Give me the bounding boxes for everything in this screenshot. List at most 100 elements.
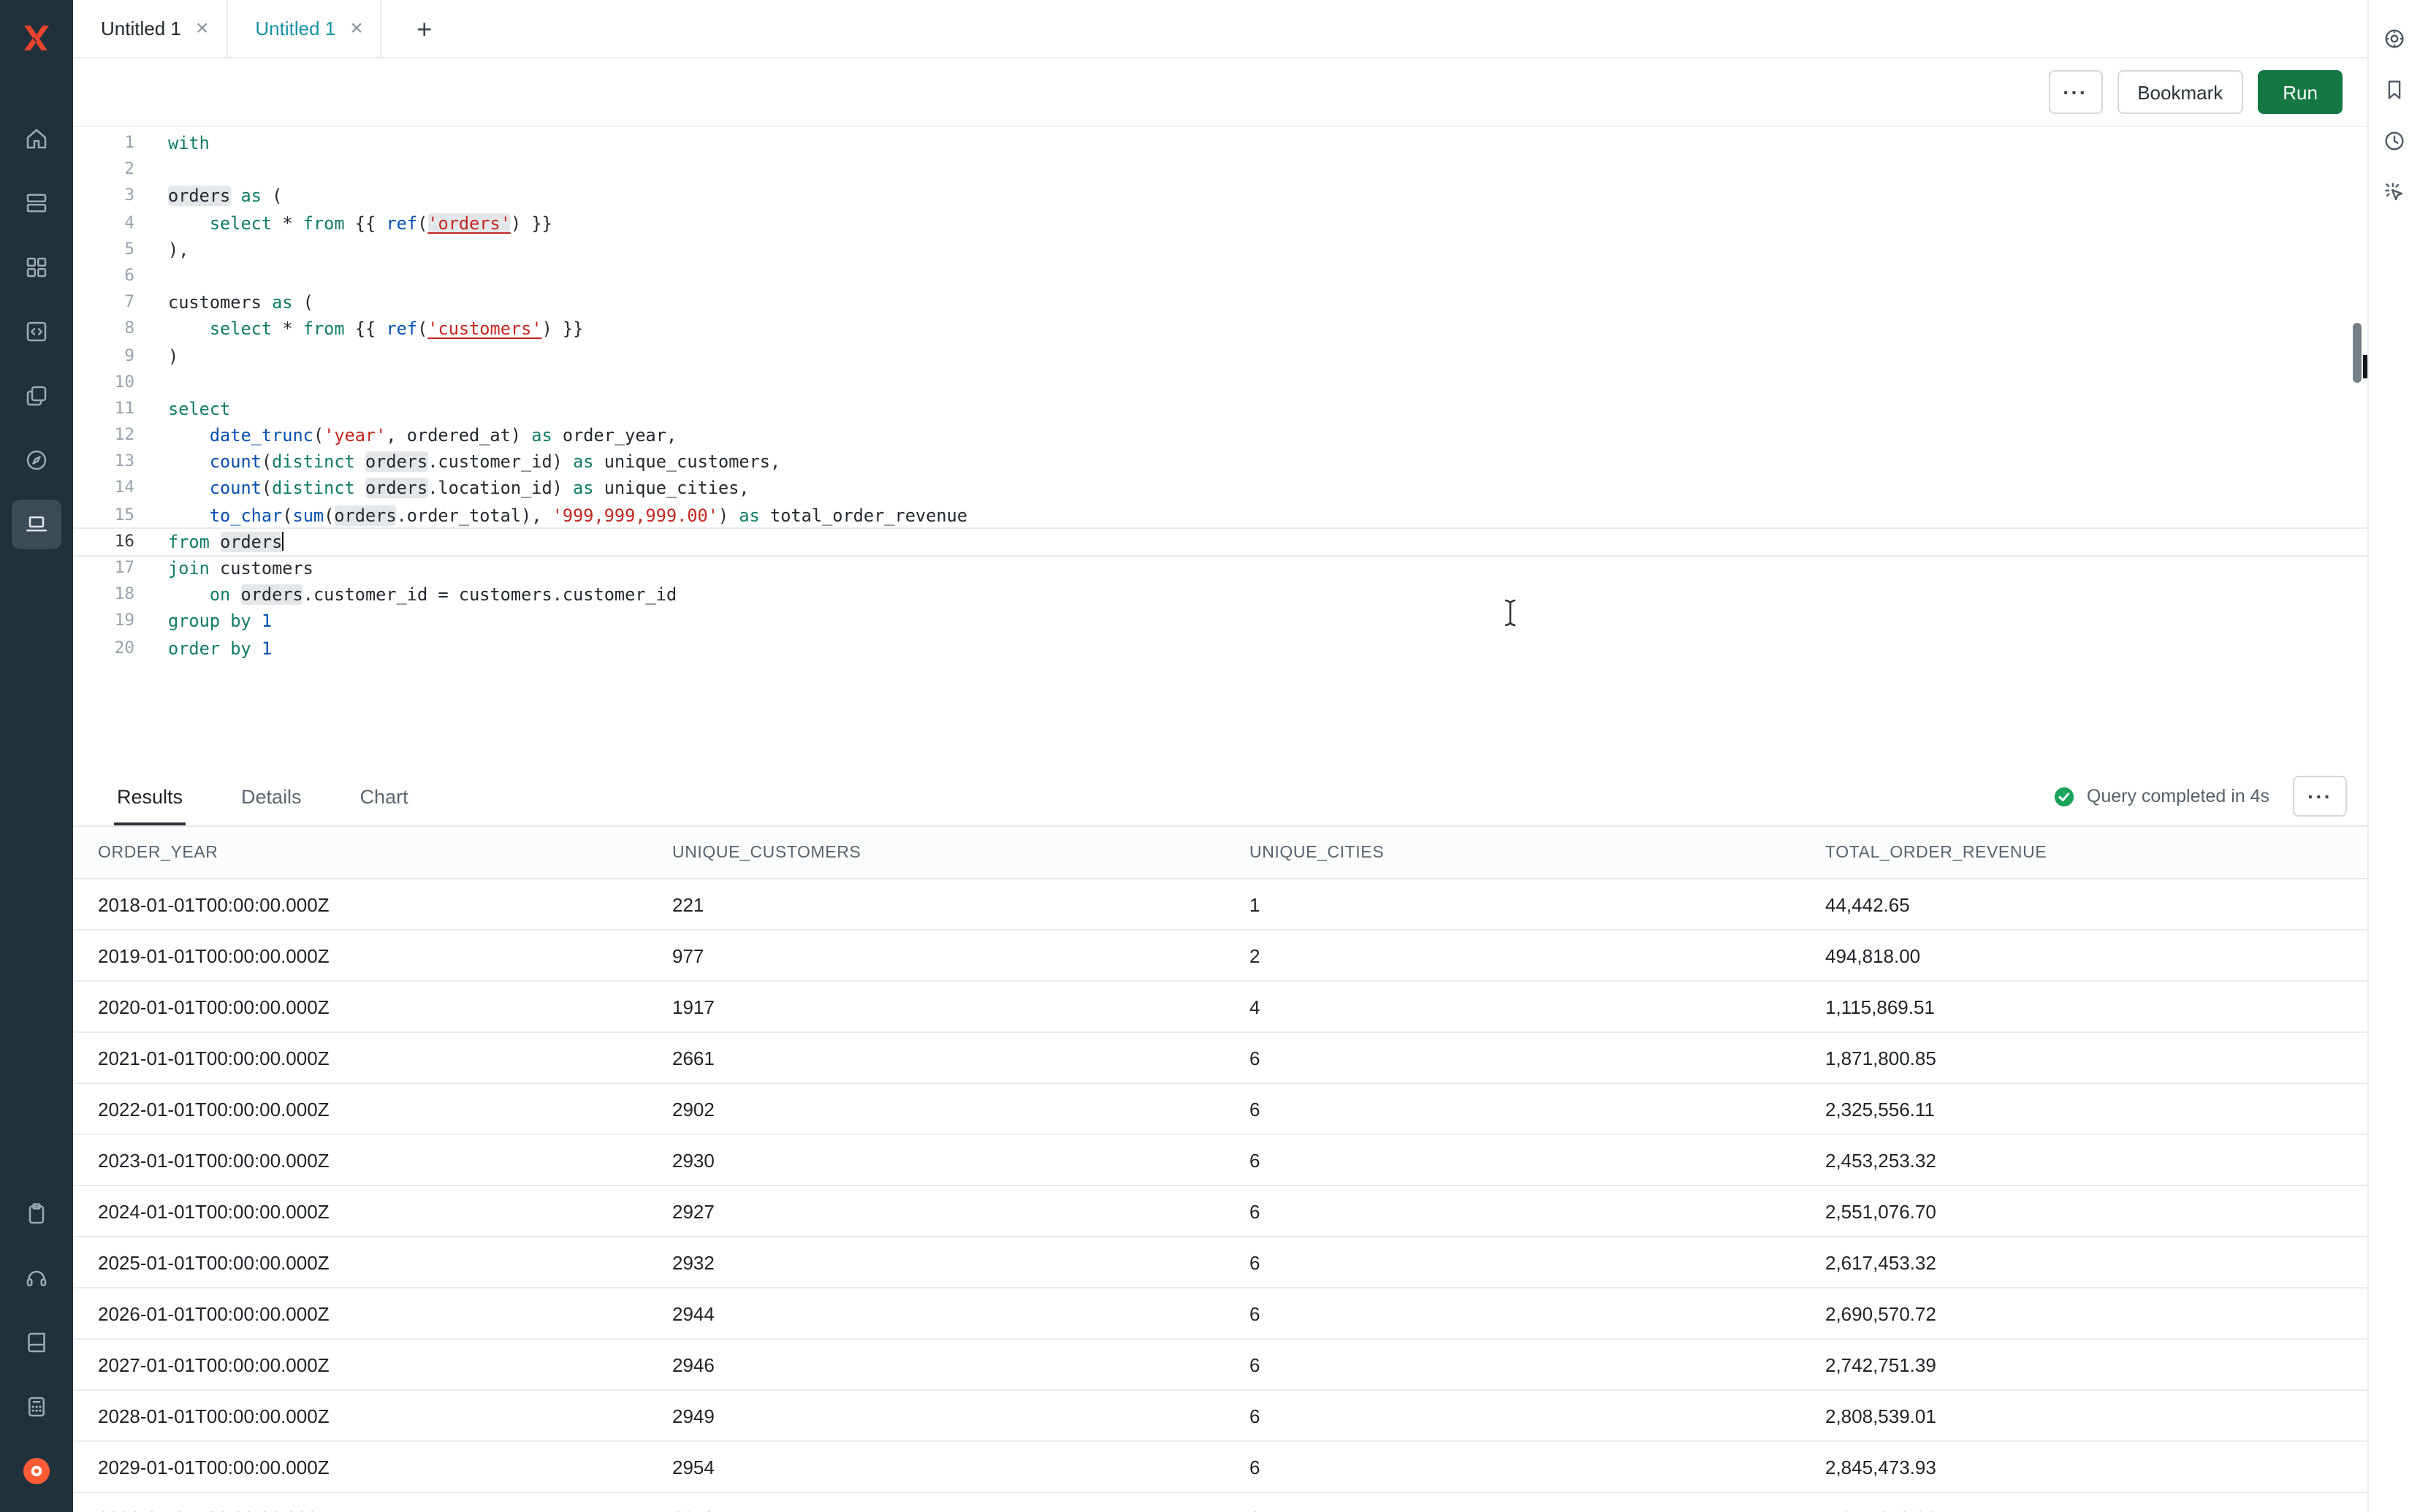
column-header-unique_cities[interactable]: UNIQUE_CITIES: [1249, 844, 1825, 861]
code-token: unique_cities,: [594, 478, 750, 499]
code-line[interactable]: 18 on orders.customer_id = customers.cus…: [73, 581, 2367, 608]
code-token: .customer_id): [427, 452, 573, 473]
code-token: select: [210, 319, 272, 340]
right-sidebar-item-bookmarks[interactable]: [2377, 72, 2412, 107]
code-line[interactable]: 11select: [73, 396, 2367, 422]
cell-unique_customers: 2949: [672, 1405, 1249, 1427]
code-line[interactable]: 4 select * from {{ ref('orders') }}: [73, 210, 2367, 236]
query-status: Query completed in 4s ···: [2053, 767, 2347, 825]
right-sidebar-item-copilot[interactable]: [2377, 20, 2412, 56]
code-token: (: [324, 505, 334, 525]
table-row[interactable]: 2025-01-01T00:00:00.000Z293262,617,453.3…: [73, 1237, 2367, 1288]
editor-tab-2[interactable]: Untitled 1×: [227, 0, 381, 57]
line-number: 11: [73, 396, 134, 422]
sidebar-item-docs[interactable]: [12, 1318, 61, 1367]
code-line[interactable]: 13 count(distinct orders.customer_id) as…: [73, 449, 2367, 476]
code-line[interactable]: 20order by 1: [73, 635, 2367, 661]
code-token: [210, 532, 220, 552]
editor-tab-1[interactable]: Untitled 1×: [73, 0, 227, 57]
code-token: as: [531, 425, 552, 446]
cell-unique_customers: 2927: [672, 1200, 1249, 1222]
code-line[interactable]: 16from orders: [73, 529, 2367, 555]
sidebar-item-apps[interactable]: [12, 243, 61, 292]
code-token: [355, 478, 365, 499]
sidebar-item-home[interactable]: [12, 114, 61, 164]
close-icon[interactable]: ×: [350, 18, 363, 39]
editor-more-button[interactable]: ···: [2048, 70, 2102, 114]
table-row[interactable]: 2029-01-01T00:00:00.000Z295462,845,473.9…: [73, 1442, 2367, 1493]
code-token: [230, 584, 240, 605]
results-more-button[interactable]: ···: [2293, 776, 2347, 817]
sidebar-item-workbench[interactable]: [12, 500, 61, 549]
code-text: select * from {{ ref('customers') }}: [168, 316, 583, 343]
close-icon[interactable]: ×: [196, 18, 209, 39]
table-row[interactable]: 2021-01-01T00:00:00.000Z266161,871,800.8…: [73, 1033, 2367, 1084]
code-line[interactable]: 10: [73, 369, 2367, 395]
code-line[interactable]: 5),: [73, 237, 2367, 263]
clipboard-icon: [23, 1201, 50, 1227]
table-row[interactable]: 2027-01-01T00:00:00.000Z294662,742,751.3…: [73, 1340, 2367, 1391]
new-tab-button[interactable]: +: [406, 9, 444, 47]
right-sidebar-item-interact[interactable]: [2377, 174, 2412, 209]
code-line[interactable]: 14 count(distinct orders.location_id) as…: [73, 476, 2367, 502]
right-sidebar-item-history[interactable]: [2377, 123, 2412, 158]
sidebar-item-code-editor[interactable]: [12, 307, 61, 356]
sidebar-item-org-avatar[interactable]: [12, 1446, 61, 1496]
table-row[interactable]: 2023-01-01T00:00:00.000Z293062,453,253.3…: [73, 1135, 2367, 1186]
cell-unique_cities: 6: [1249, 1251, 1825, 1273]
code-line[interactable]: 9): [73, 343, 2367, 369]
sidebar-item-windows[interactable]: [12, 371, 61, 421]
cell-total_order_revenue: 2,617,453.32: [1825, 1251, 2367, 1273]
code-line[interactable]: 2: [73, 156, 2367, 183]
table-row[interactable]: 2019-01-01T00:00:00.000Z9772494,818.00: [73, 931, 2367, 982]
results-tabbar: Results Details Chart Query completed in 4…: [73, 767, 2367, 827]
code-token: orders: [365, 452, 427, 473]
code-line[interactable]: 8 select * from {{ ref('customers') }}: [73, 316, 2367, 343]
table-row[interactable]: 2028-01-01T00:00:00.000Z294962,808,539.0…: [73, 1391, 2367, 1442]
code-line[interactable]: 1with: [73, 130, 2367, 156]
scrollbar-thumb[interactable]: [2353, 323, 2362, 383]
column-header-order_year[interactable]: ORDER_YEAR: [98, 844, 672, 861]
results-tab-chart[interactable]: Chart: [357, 767, 411, 825]
code-token: (: [417, 213, 427, 233]
sidebar-item-notes[interactable]: [12, 1189, 61, 1239]
code-line[interactable]: 17join customers: [73, 555, 2367, 581]
code-text: with: [168, 130, 210, 156]
table-row[interactable]: 2026-01-01T00:00:00.000Z294462,690,570.7…: [73, 1288, 2367, 1340]
cell-unique_customers: 2930: [672, 1149, 1249, 1171]
results-table-body: 2018-01-01T00:00:00.000Z221144,442.65201…: [73, 879, 2367, 1512]
table-row[interactable]: 2018-01-01T00:00:00.000Z221144,442.65: [73, 879, 2367, 931]
code-line[interactable]: 6: [73, 263, 2367, 289]
table-row[interactable]: 2022-01-01T00:00:00.000Z290262,325,556.1…: [73, 1084, 2367, 1135]
bookmark-button[interactable]: Bookmark: [2117, 70, 2243, 114]
cell-unique_cities: 6: [1249, 1047, 1825, 1069]
table-row[interactable]: 2020-01-01T00:00:00.000Z191741,115,869.5…: [73, 982, 2367, 1033]
cell-unique_cities: 6: [1249, 1405, 1825, 1427]
cell-unique_cities: 6: [1249, 1200, 1825, 1222]
code-token: (: [313, 425, 324, 446]
code-line[interactable]: 19group by 1: [73, 608, 2367, 635]
code-line[interactable]: 7customers as (: [73, 289, 2367, 316]
sidebar-item-support[interactable]: [12, 1253, 61, 1303]
sidebar-item-explore[interactable]: [12, 435, 61, 485]
results-tab-results[interactable]: Results: [114, 767, 186, 825]
code-text: customers as (: [168, 289, 313, 316]
sidebar-item-calculator[interactable]: [12, 1382, 61, 1432]
code-line[interactable]: 3orders as (: [73, 183, 2367, 210]
table-row[interactable]: 2030-01-01T00:00:00.000Z287961,841,049.3…: [73, 1493, 2367, 1512]
cell-unique_customers: 2902: [672, 1098, 1249, 1120]
code-token: [272, 319, 282, 340]
sidebar-item-warehouse[interactable]: [12, 178, 61, 228]
code-line[interactable]: 12 date_trunc('year', ordered_at) as ord…: [73, 422, 2367, 448]
code-token: (: [262, 452, 272, 473]
code-token: [355, 452, 365, 473]
table-row[interactable]: 2024-01-01T00:00:00.000Z292762,551,076.7…: [73, 1186, 2367, 1237]
results-tab-details[interactable]: Details: [238, 767, 305, 825]
code-text: select * from {{ ref('orders') }}: [168, 210, 552, 236]
sidebar-top-group: [12, 20, 61, 549]
column-header-total_order_revenue[interactable]: TOTAL_ORDER_REVENUE: [1825, 844, 2367, 861]
code-line[interactable]: 15 to_char(sum(orders.order_total), '999…: [73, 502, 2367, 528]
column-header-unique_customers[interactable]: UNIQUE_CUSTOMERS: [672, 844, 1249, 861]
run-button[interactable]: Run: [2258, 70, 2343, 114]
sql-editor[interactable]: 1with23orders as (4 select * from {{ ref…: [73, 127, 2367, 767]
